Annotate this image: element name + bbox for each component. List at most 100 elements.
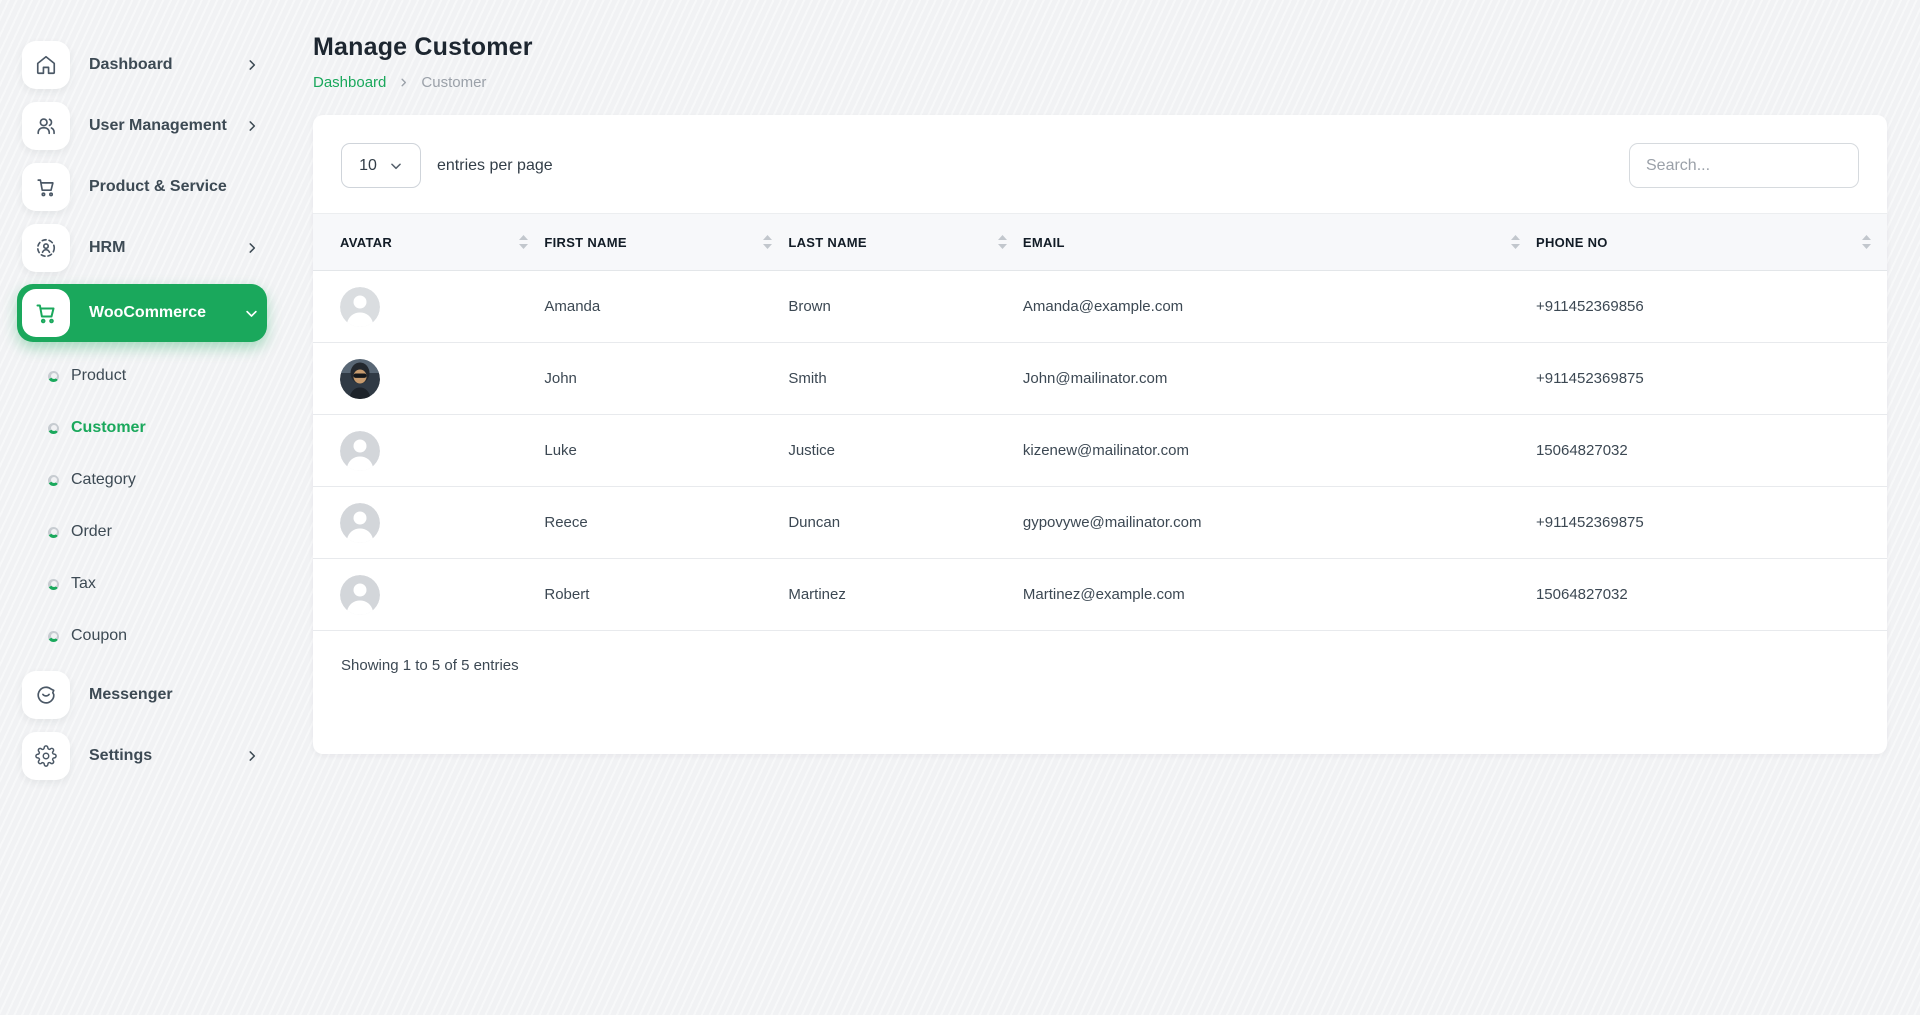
cart-icon — [22, 289, 70, 337]
cell-email: John@mailinator.com — [1023, 343, 1536, 415]
submenu-item-category[interactable]: Category — [0, 454, 285, 506]
sidebar-item-label: HRM — [89, 239, 245, 257]
main-content: Manage Customer Dashboard Customer 10 en… — [285, 0, 1920, 1015]
sidebar: Dashboard User Management Product & Serv… — [0, 0, 285, 1015]
sidebar-item-woocommerce[interactable]: WooCommerce — [17, 284, 267, 342]
bullet-ring-icon — [48, 423, 59, 434]
cell-phone: 15064827032 — [1536, 559, 1887, 631]
submenu-item-label: Tax — [71, 575, 96, 593]
sidebar-item-user-management[interactable]: User Management — [17, 101, 267, 151]
avatar-placeholder — [340, 431, 380, 471]
table-row: Amanda Brown Amanda@example.com +9114523… — [313, 271, 1887, 343]
submenu-item-label: Product — [71, 367, 126, 385]
bullet-ring-icon — [48, 371, 59, 382]
cell-first-name: Amanda — [544, 271, 788, 343]
chevron-down-icon — [244, 306, 259, 321]
column-header-first-name[interactable]: FIRST NAME — [544, 214, 788, 271]
user-focus-icon — [22, 224, 70, 272]
breadcrumb: Dashboard Customer — [313, 74, 1887, 91]
page-title: Manage Customer — [313, 33, 1887, 62]
submenu-item-product[interactable]: Product — [0, 350, 285, 402]
sidebar-item-hrm[interactable]: HRM — [17, 223, 267, 273]
sidebar-item-label: Dashboard — [89, 56, 245, 74]
page-size-controls: 10 entries per page — [341, 143, 553, 188]
sort-arrows-icon — [763, 235, 772, 249]
table-row: Luke Justice kizenew@mailinator.com 1506… — [313, 415, 1887, 487]
cell-first-name: John — [544, 343, 788, 415]
page-size-select[interactable]: 10 — [341, 143, 421, 188]
cell-phone: +911452369856 — [1536, 271, 1887, 343]
chevron-right-icon — [245, 119, 259, 133]
sidebar-item-label: Messenger — [89, 686, 267, 704]
submenu-item-label: Customer — [71, 419, 146, 437]
avatar-photo — [340, 359, 380, 399]
cell-phone: 15064827032 — [1536, 415, 1887, 487]
column-header-avatar[interactable]: AVATAR — [313, 214, 544, 271]
sidebar-item-label: WooCommerce — [89, 304, 244, 322]
breadcrumb-link-dashboard[interactable]: Dashboard — [313, 74, 386, 91]
column-header-phone[interactable]: PHONE NO — [1536, 214, 1887, 271]
entries-per-page-label: entries per page — [437, 157, 553, 175]
submenu-item-tax[interactable]: Tax — [0, 558, 285, 610]
bullet-ring-icon — [48, 527, 59, 538]
submenu-item-label: Category — [71, 471, 136, 489]
cell-first-name: Reece — [544, 487, 788, 559]
breadcrumb-current: Customer — [421, 74, 486, 91]
table-controls: 10 entries per page — [341, 143, 1859, 188]
sidebar-item-product-service[interactable]: Product & Service — [17, 162, 267, 212]
bullet-ring-icon — [48, 631, 59, 642]
avatar-placeholder — [340, 503, 380, 543]
sidebar-item-dashboard[interactable]: Dashboard — [17, 40, 267, 90]
sort-arrows-icon — [1862, 235, 1871, 249]
submenu-item-label: Coupon — [71, 627, 127, 645]
gear-icon — [22, 732, 70, 780]
avatar-placeholder — [340, 575, 380, 615]
cell-first-name: Luke — [544, 415, 788, 487]
cell-email: kizenew@mailinator.com — [1023, 415, 1536, 487]
sidebar-item-label: User Management — [89, 117, 245, 135]
submenu-item-label: Order — [71, 523, 112, 541]
sort-arrows-icon — [998, 235, 1007, 249]
table-row: Reece Duncan gypovywe@mailinator.com +91… — [313, 487, 1887, 559]
woocommerce-submenu: Product Customer Category Order Tax Coup… — [0, 350, 285, 662]
chevron-right-icon — [398, 77, 409, 88]
submenu-item-customer[interactable]: Customer — [0, 402, 285, 454]
chevron-down-icon — [389, 159, 403, 173]
bullet-ring-icon — [48, 475, 59, 486]
chevron-right-icon — [245, 58, 259, 72]
bullet-ring-icon — [48, 579, 59, 590]
page-size-value: 10 — [359, 157, 377, 175]
cell-last-name: Brown — [788, 271, 1023, 343]
table-footer-status: Showing 1 to 5 of 5 entries — [341, 657, 1859, 674]
column-header-email[interactable]: EMAIL — [1023, 214, 1536, 271]
sidebar-item-label: Product & Service — [89, 178, 267, 196]
cell-last-name: Martinez — [788, 559, 1023, 631]
sort-arrows-icon — [1511, 235, 1520, 249]
cell-phone: +911452369875 — [1536, 487, 1887, 559]
search-input[interactable] — [1629, 143, 1859, 188]
sidebar-item-settings[interactable]: Settings — [17, 731, 267, 781]
cell-first-name: Robert — [544, 559, 788, 631]
cell-email: Martinez@example.com — [1023, 559, 1536, 631]
cell-last-name: Smith — [788, 343, 1023, 415]
cart-icon — [22, 163, 70, 211]
chevron-right-icon — [245, 241, 259, 255]
sidebar-item-label: Settings — [89, 747, 245, 765]
customer-table: AVATAR FIRST NAME LAST NAME EMAIL — [313, 213, 1887, 631]
table-header-row: AVATAR FIRST NAME LAST NAME EMAIL — [313, 214, 1887, 271]
submenu-item-order[interactable]: Order — [0, 506, 285, 558]
cell-last-name: Duncan — [788, 487, 1023, 559]
avatar-placeholder — [340, 287, 380, 327]
table-row: John Smith John@mailinator.com +91145236… — [313, 343, 1887, 415]
chevron-right-icon — [245, 749, 259, 763]
chat-smile-icon — [22, 671, 70, 719]
table-row: Robert Martinez Martinez@example.com 150… — [313, 559, 1887, 631]
column-header-last-name[interactable]: LAST NAME — [788, 214, 1023, 271]
cell-phone: +911452369875 — [1536, 343, 1887, 415]
cell-last-name: Justice — [788, 415, 1023, 487]
cell-email: Amanda@example.com — [1023, 271, 1536, 343]
submenu-item-coupon[interactable]: Coupon — [0, 610, 285, 662]
sort-arrows-icon — [519, 235, 528, 249]
sidebar-item-messenger[interactable]: Messenger — [17, 670, 267, 720]
home-icon — [22, 41, 70, 89]
